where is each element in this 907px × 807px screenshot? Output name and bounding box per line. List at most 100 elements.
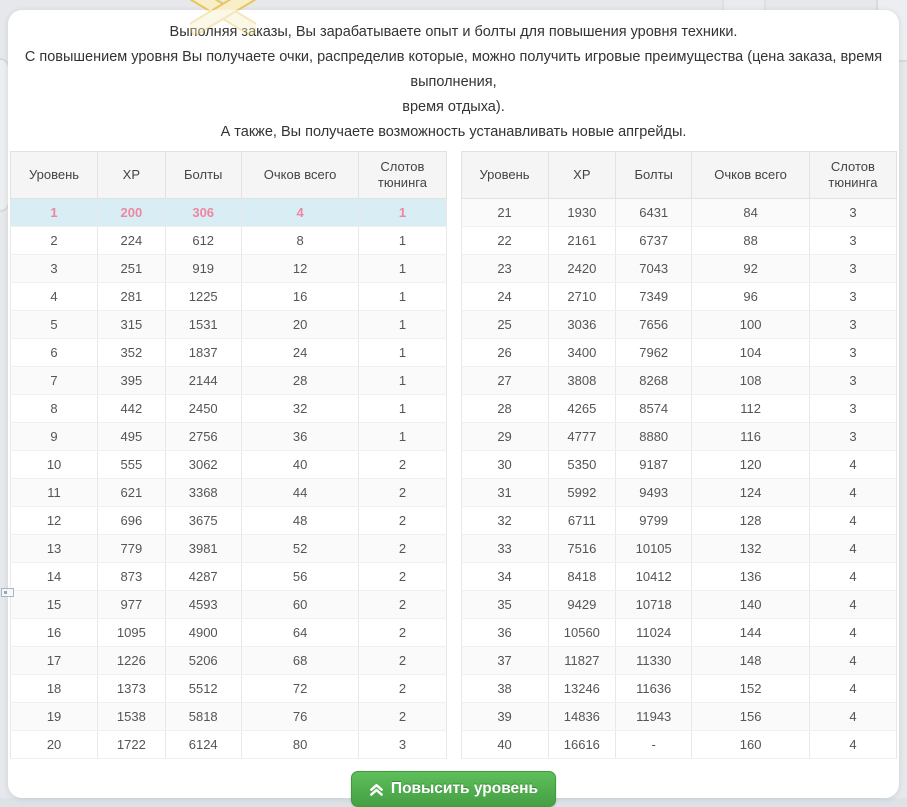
table-cell: 779 bbox=[98, 535, 166, 563]
table-cell: 148 bbox=[692, 647, 810, 675]
table-cell: 7349 bbox=[616, 283, 692, 311]
table-cell: 281 bbox=[98, 283, 166, 311]
table-cell: 12 bbox=[241, 255, 359, 283]
table-row: 3711827113301484 bbox=[461, 647, 897, 675]
table-cell: 3 bbox=[809, 227, 896, 255]
table-cell: 3 bbox=[809, 283, 896, 311]
table-cell: 10560 bbox=[548, 619, 616, 647]
table-row: 3610560110241444 bbox=[461, 619, 897, 647]
table-cell: 9429 bbox=[548, 591, 616, 619]
table-cell: 4 bbox=[809, 731, 896, 759]
column-header-bolts: Болты bbox=[616, 152, 692, 199]
table-cell: 35 bbox=[461, 591, 548, 619]
table-cell: 32 bbox=[461, 507, 548, 535]
table-cell: 3 bbox=[809, 423, 896, 451]
table-cell: 2 bbox=[359, 535, 446, 563]
table-cell: 44 bbox=[241, 479, 359, 507]
table-row: 116213368442 bbox=[11, 479, 447, 507]
table-cell: 84 bbox=[692, 199, 810, 227]
table-cell: 3 bbox=[809, 395, 896, 423]
table-cell: 39 bbox=[461, 703, 548, 731]
table-cell: 8 bbox=[11, 395, 98, 423]
table-cell: 7043 bbox=[616, 255, 692, 283]
table-cell: 395 bbox=[98, 367, 166, 395]
table-cell: 3981 bbox=[165, 535, 241, 563]
table-cell: 4 bbox=[241, 199, 359, 227]
table-cell: 8 bbox=[241, 227, 359, 255]
table-cell: 3062 bbox=[165, 451, 241, 479]
table-cell: 16 bbox=[11, 619, 98, 647]
table-cell: 4 bbox=[809, 675, 896, 703]
table-cell: 13246 bbox=[548, 675, 616, 703]
table-row: 3914836119431564 bbox=[461, 703, 897, 731]
broken-image-icon bbox=[1, 588, 14, 597]
table-cell: 68 bbox=[241, 647, 359, 675]
table-cell: 92 bbox=[692, 255, 810, 283]
table-cell: 27 bbox=[461, 367, 548, 395]
table-cell: 96 bbox=[692, 283, 810, 311]
table-cell: 555 bbox=[98, 451, 166, 479]
table-cell: 37 bbox=[461, 647, 548, 675]
table-cell: 4 bbox=[11, 283, 98, 311]
table-row: 25303676561003 bbox=[461, 311, 897, 339]
table-cell: 1 bbox=[359, 255, 446, 283]
table-cell: 22 bbox=[461, 227, 548, 255]
intro-line: С повышением уровня Вы получаете очки, р… bbox=[10, 45, 897, 95]
intro-text: Выполняя заказы, Вы зарабатываете опыт и… bbox=[10, 15, 897, 145]
table-header-row: Уровень XP Болты Очков всего Слотов тюни… bbox=[461, 152, 897, 199]
table-row: 26340079621043 bbox=[461, 339, 897, 367]
table-cell: 132 bbox=[692, 535, 810, 563]
table-cell: 20 bbox=[241, 311, 359, 339]
table-cell: 4593 bbox=[165, 591, 241, 619]
table-row: 222461281 bbox=[11, 227, 447, 255]
table-row: 28426585741123 bbox=[461, 395, 897, 423]
column-header-points-total: Очков всего bbox=[241, 152, 359, 199]
table-cell: 11827 bbox=[548, 647, 616, 675]
table-row: 359429107181404 bbox=[461, 591, 897, 619]
intro-line: Выполняя заказы, Вы зарабатываете опыт и… bbox=[10, 20, 897, 45]
table-cell: 10 bbox=[11, 451, 98, 479]
table-cell: 11330 bbox=[616, 647, 692, 675]
table-cell: 1531 bbox=[165, 311, 241, 339]
table-cell: 442 bbox=[98, 395, 166, 423]
table-cell: 64 bbox=[241, 619, 359, 647]
table-cell: 108 bbox=[692, 367, 810, 395]
table-cell: 4 bbox=[809, 619, 896, 647]
level-tables: Уровень XP Болты Очков всего Слотов тюни… bbox=[10, 151, 897, 759]
raise-level-button[interactable]: Повысить уровень bbox=[351, 771, 556, 807]
table-cell: 4 bbox=[809, 535, 896, 563]
table-cell: 621 bbox=[98, 479, 166, 507]
table-cell: 12 bbox=[11, 507, 98, 535]
table-cell: 200 bbox=[98, 199, 166, 227]
table-cell: 4 bbox=[809, 563, 896, 591]
table-cell: 6 bbox=[11, 339, 98, 367]
table-cell: 1 bbox=[359, 283, 446, 311]
table-cell: 495 bbox=[98, 423, 166, 451]
table-row: 3251919121 bbox=[11, 255, 447, 283]
column-header-points-total: Очков всего bbox=[692, 152, 810, 199]
table-cell: 10412 bbox=[616, 563, 692, 591]
table-cell: 160 bbox=[692, 731, 810, 759]
table-row: 32671197991284 bbox=[461, 507, 897, 535]
table-cell: 8268 bbox=[616, 367, 692, 395]
table-cell: 6124 bbox=[165, 731, 241, 759]
table-cell: 72 bbox=[241, 675, 359, 703]
table-cell: 977 bbox=[98, 591, 166, 619]
table-cell: 11943 bbox=[616, 703, 692, 731]
table-cell: 9187 bbox=[616, 451, 692, 479]
column-header-xp: XP bbox=[548, 152, 616, 199]
table-row: 27380882681083 bbox=[461, 367, 897, 395]
table-cell: 5512 bbox=[165, 675, 241, 703]
table-cell: 3400 bbox=[548, 339, 616, 367]
table-row: 2221616737883 bbox=[461, 227, 897, 255]
table-cell: 2 bbox=[359, 451, 446, 479]
table-cell: 10718 bbox=[616, 591, 692, 619]
table-cell: 24 bbox=[461, 283, 548, 311]
table-cell: 3 bbox=[359, 731, 446, 759]
table-cell: 873 bbox=[98, 563, 166, 591]
table-cell: 116 bbox=[692, 423, 810, 451]
table-cell: 26 bbox=[461, 339, 548, 367]
table-cell: 3808 bbox=[548, 367, 616, 395]
table-cell: 29 bbox=[461, 423, 548, 451]
table-row: 148734287562 bbox=[11, 563, 447, 591]
